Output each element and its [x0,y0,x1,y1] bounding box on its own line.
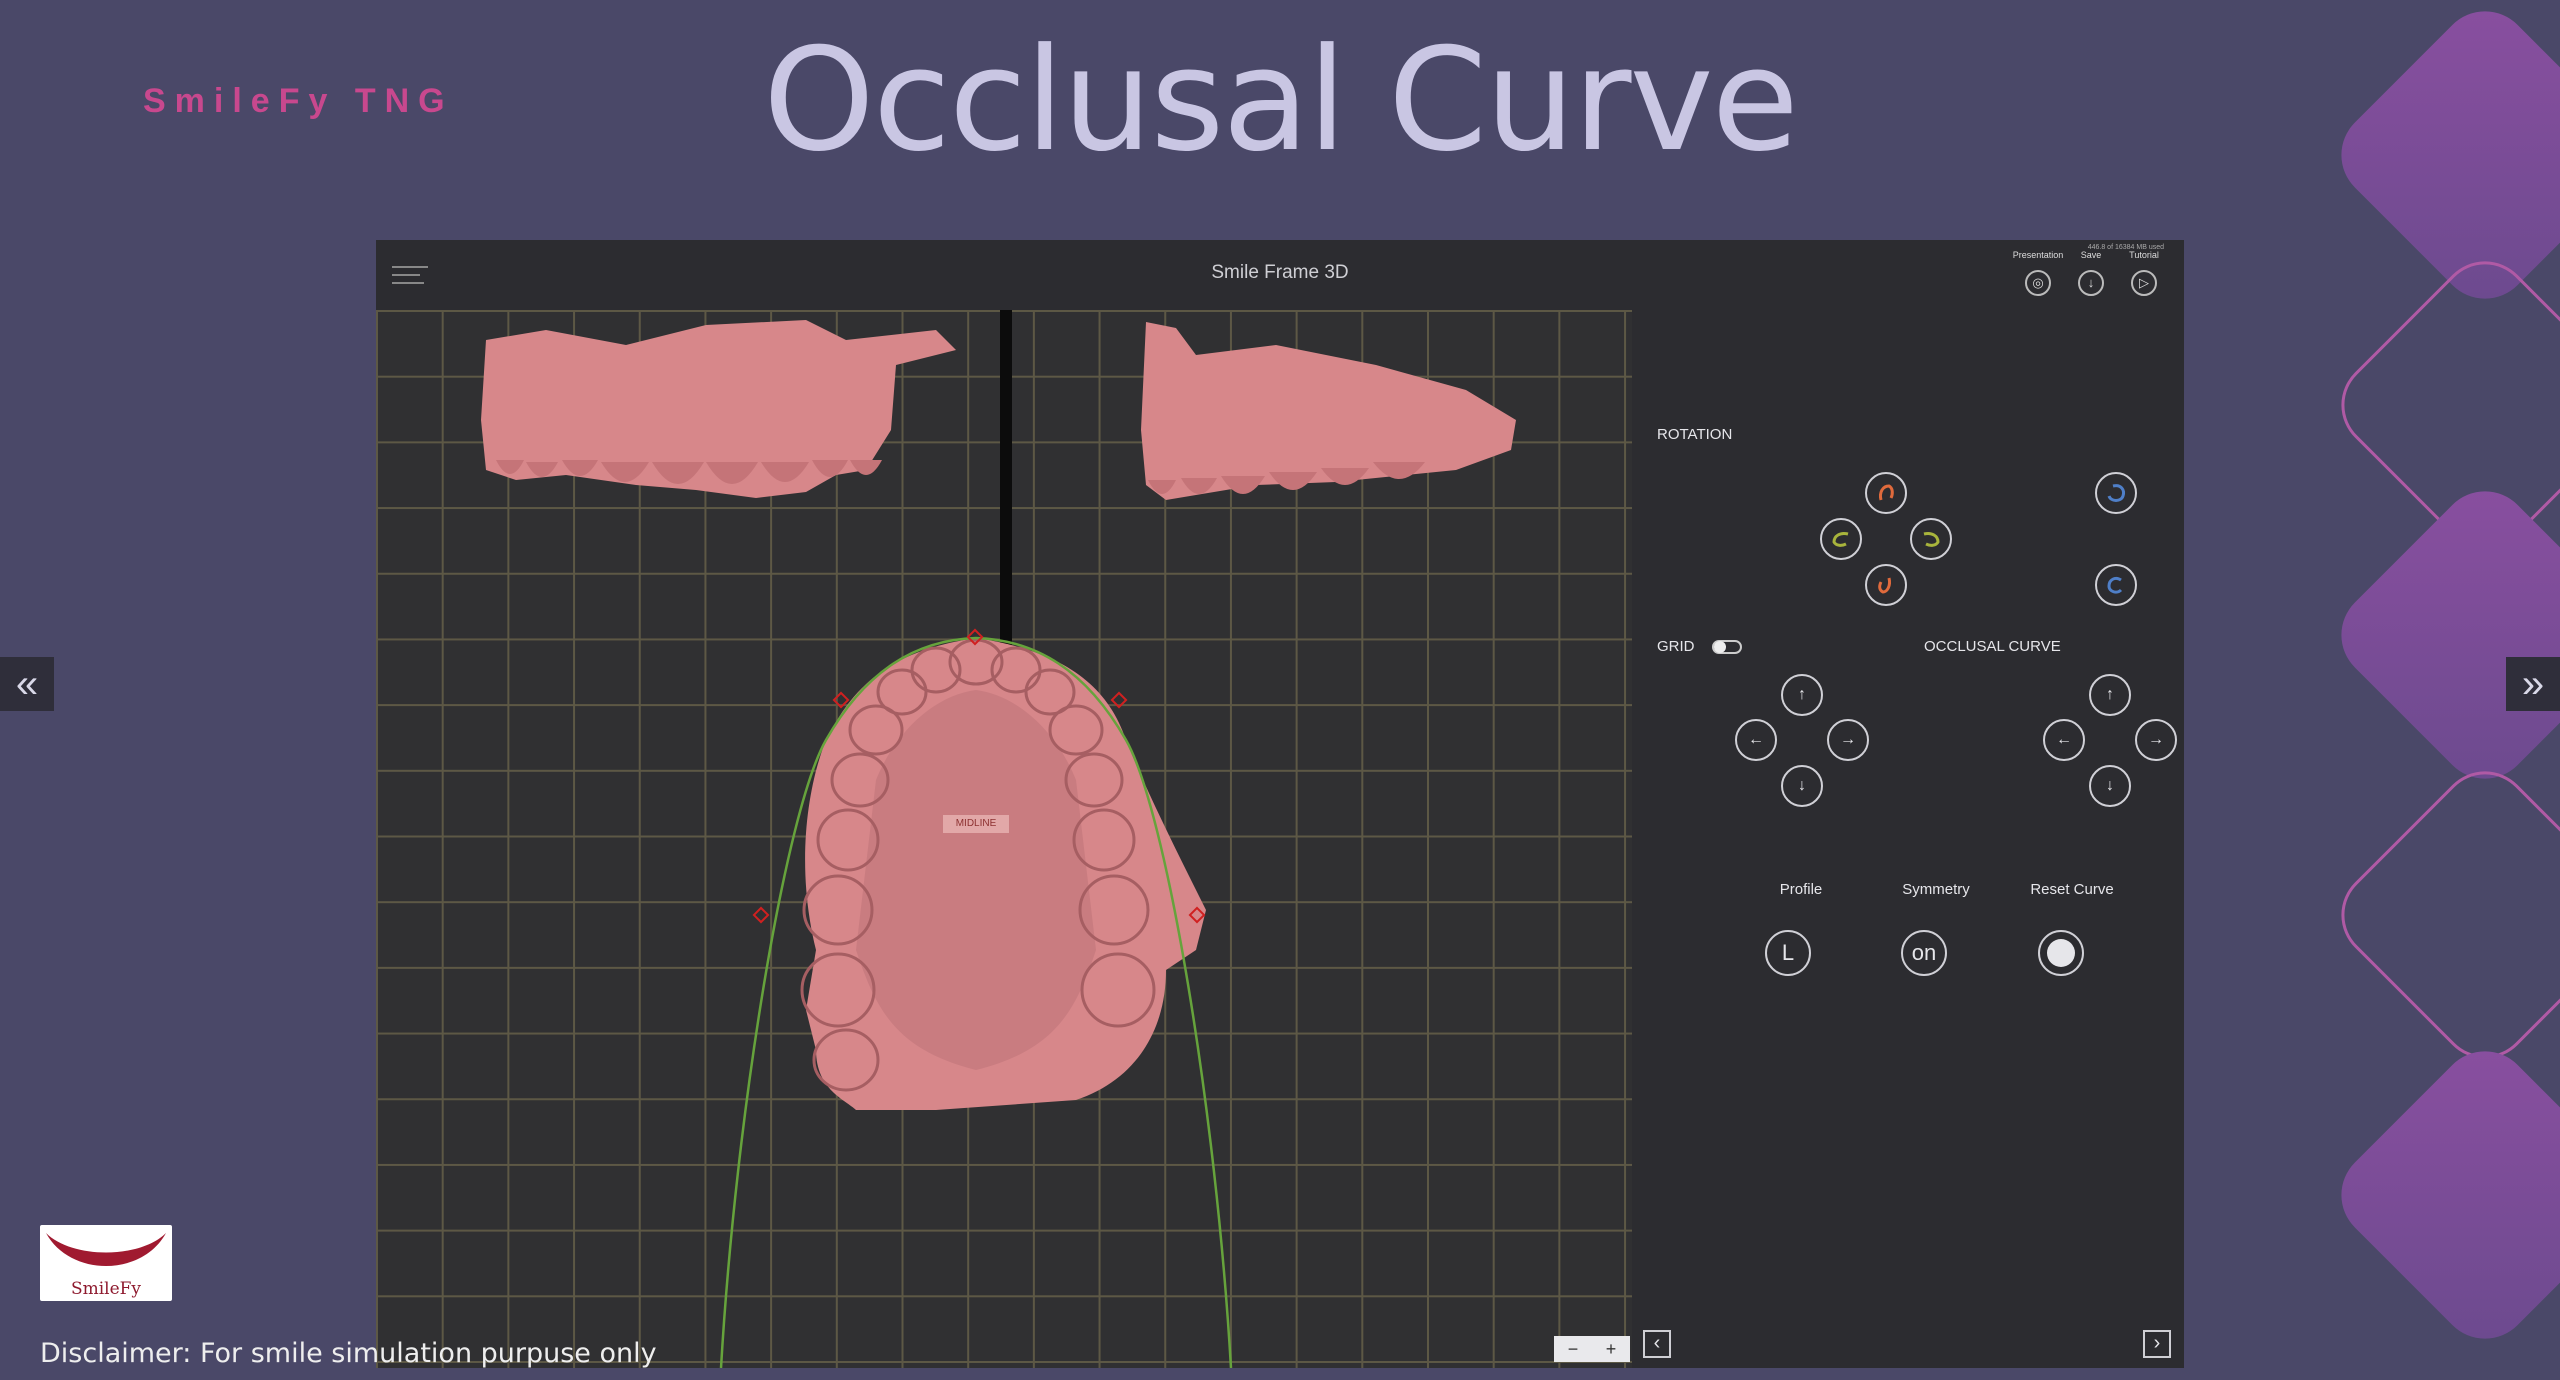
arrow-right-icon: → [2148,731,2164,748]
midline-label: MIDLINE [943,815,1009,833]
rotate-right-icon [1923,532,1940,547]
rotation-label: ROTATION [1657,426,1733,443]
smile-logo-icon [46,1233,166,1266]
occlusal-view-model [719,628,1233,1368]
page-title: Occlusal Curve [763,18,1799,183]
double-chevron-right-icon: » [2521,661,2545,706]
rotate-right-button[interactable] [1910,518,1952,560]
symmetry-label: Symmetry [1902,881,1970,898]
rotate-ccw-icon [2107,484,2125,502]
arrow-down-icon: ↓ [1798,777,1806,794]
presentation-button[interactable]: Presentation ◎ [2010,250,2066,296]
profile-value: L [1781,940,1795,965]
disclaimer-text: Disclaimer: For smile simulation purpuse… [40,1338,657,1369]
chevron-right-icon: › [2153,1332,2161,1354]
grid-label: GRID [1657,638,1695,655]
rotate-ccw-button[interactable] [2095,472,2137,514]
zoom-in-button[interactable]: + [1592,1336,1630,1362]
zoom-out-button[interactable]: − [1554,1336,1592,1362]
curve-right-button[interactable]: → [2135,719,2177,761]
save-label: Save [2080,250,2102,260]
save-button[interactable]: Save ↓ [2063,250,2119,296]
chevron-left-icon: ‹ [1653,1332,1661,1354]
side-view-model [1141,322,1516,500]
arrow-right-icon: → [1840,731,1856,748]
symmetry-button[interactable]: on [1901,930,1947,976]
rotate-down-icon [1878,577,1891,594]
presentation-icon: ◎ [2025,270,2051,296]
next-slide-button[interactable]: » [2506,657,2560,711]
arrow-up-icon: ↑ [2106,686,2114,703]
reset-curve-button[interactable] [2038,930,2084,976]
tutorial-label: Tutorial [2129,250,2159,260]
3d-viewport[interactable]: MIDLINE [376,310,1632,1368]
double-chevron-left-icon: « [15,661,39,706]
grid-toggle[interactable] [1712,640,1742,654]
record-icon [2047,939,2075,967]
arrow-down-icon: ↓ [2106,777,2114,794]
logo-text: SmileFy [70,1279,142,1299]
prev-step-button[interactable]: ‹ [1643,1330,1671,1358]
play-icon: ▷ [2131,270,2157,296]
app-title: Smile Frame 3D [1211,262,1349,283]
rotate-left-button[interactable] [1820,518,1862,560]
prev-slide-button[interactable]: « [0,657,54,711]
arrow-left-icon: ← [1748,731,1764,748]
rotate-up-icon [1879,484,1894,501]
front-view-model [481,320,956,498]
profile-button[interactable]: L [1765,930,1811,976]
smilefy-logo: SmileFy [40,1225,172,1301]
grid-right-button[interactable]: → [1827,719,1869,761]
grid-toggle-knob [1714,641,1726,653]
arrow-up-icon: ↑ [1798,686,1806,703]
rotate-left-icon [1832,532,1849,547]
symmetry-value: on [1911,940,1937,965]
presentation-label: Presentation [2012,250,2064,260]
rotate-down-button[interactable] [1865,564,1907,606]
app-window: Smile Frame 3D 446.8 of 16384 MB used Pr… [376,240,2184,1368]
rotate-cw-button[interactable] [2095,564,2137,606]
reset-curve-label: Reset Curve [2030,881,2114,898]
rotate-cw-icon [2107,576,2123,594]
arrow-left-icon: ← [2056,731,2072,748]
grid-left-button[interactable]: ← [1735,719,1777,761]
tutorial-button[interactable]: Tutorial ▷ [2116,250,2172,296]
zoom-control: − + [1554,1336,1630,1362]
grid-down-button[interactable]: ↓ [1781,765,1823,807]
rotate-up-button[interactable] [1865,472,1907,514]
curve-up-button[interactable]: ↑ [2089,674,2131,716]
next-step-button[interactable]: › [2143,1330,2171,1358]
profile-label: Profile [1779,881,1823,898]
curve-left-button[interactable]: ← [2043,719,2085,761]
occlusal-curve-label: OCCLUSAL CURVE [1924,638,2061,655]
dental-model-views [481,310,1516,1368]
grid-up-button[interactable]: ↑ [1781,674,1823,716]
curve-down-button[interactable]: ↓ [2089,765,2131,807]
download-icon: ↓ [2078,270,2104,296]
